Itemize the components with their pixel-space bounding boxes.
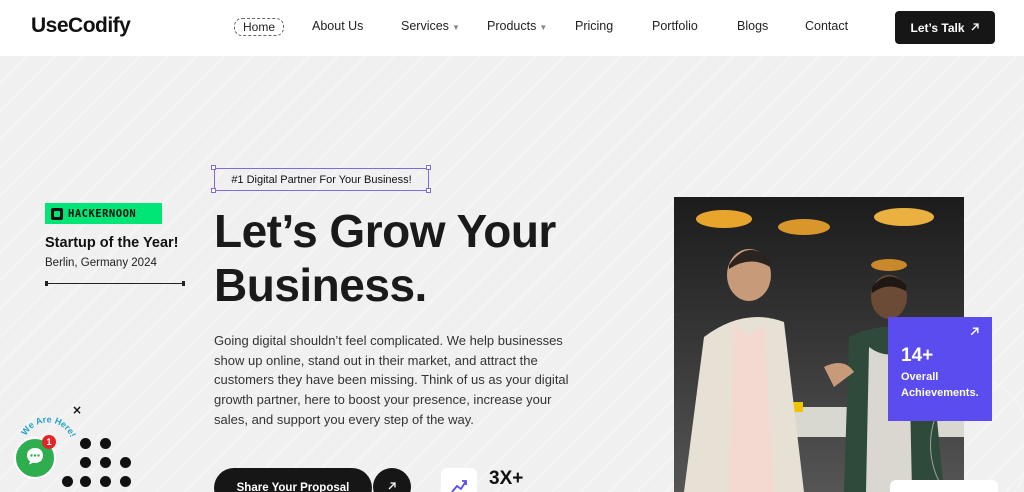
nav-item-home[interactable]: Home [234, 18, 285, 36]
award-title: Startup of the Year! [45, 235, 179, 251]
hero-headline-line1: Let’s Grow Your [214, 205, 556, 257]
hackernoon-badge-text: HACKERNOON [68, 207, 137, 220]
hackernoon-logo-icon [51, 207, 63, 220]
stat-value: 3X+ [489, 468, 524, 489]
notification-badge: 1 [42, 435, 56, 449]
close-icon[interactable]: × [72, 403, 82, 417]
achievement-card[interactable]: 14+ Overall Achievements. [888, 317, 992, 421]
decorative-dot [100, 457, 111, 468]
decorative-dot [80, 457, 91, 468]
chat-bubble-icon [24, 445, 46, 471]
nav-item-products-label: Products [487, 19, 537, 33]
hackernoon-badge: HACKERNOON [45, 203, 162, 224]
hero-headline: Let’s Grow Your Business. [214, 204, 634, 312]
nav-item-about-us[interactable]: About Us [312, 19, 363, 33]
decorative-dot [100, 438, 111, 449]
selection-handle [211, 165, 216, 170]
achievement-label: Overall Achievements. [901, 369, 979, 401]
hero-tagline-text: #1 Digital Partner For Your Business! [231, 173, 412, 186]
bottom-card [890, 480, 998, 492]
hero-tagline: #1 Digital Partner For Your Business! [214, 168, 429, 191]
hero-headline-line2: Business. [214, 259, 427, 311]
achievement-value: 14+ [901, 345, 934, 366]
nav-item-blogs[interactable]: Blogs [737, 19, 768, 33]
nav-item-contact[interactable]: Contact [805, 19, 848, 33]
arrow-up-right-icon [969, 325, 980, 340]
chevron-down-icon: ▼ [451, 23, 460, 32]
chevron-down-icon: ▼ [539, 23, 548, 32]
lets-talk-label: Let’s Talk [910, 20, 965, 35]
nav-item-products[interactable]: Products ▼ [487, 19, 547, 33]
share-proposal-label: Share Your Proposal [236, 482, 350, 492]
decorative-dot [62, 476, 73, 487]
decorative-dot [80, 476, 91, 487]
selection-handle [211, 188, 216, 193]
decorative-dot [120, 476, 131, 487]
nav-item-services-label: Services [401, 19, 449, 33]
award-divider [45, 281, 185, 286]
award-subtitle: Berlin, Germany 2024 [45, 257, 157, 269]
nav-item-services[interactable]: Services ▼ [401, 19, 460, 33]
share-proposal-button[interactable]: Share Your Proposal [214, 468, 372, 492]
decorative-dot [120, 457, 131, 468]
nav-item-portfolio[interactable]: Portfolio [652, 19, 698, 33]
achievement-label-line1: Overall [901, 371, 939, 383]
arrow-up-right-icon [387, 480, 397, 492]
decorative-dot [80, 438, 91, 449]
lets-talk-button[interactable]: Let’s Talk [895, 11, 995, 44]
selection-handle [426, 165, 431, 170]
decorative-dot-grid [60, 436, 140, 492]
decorative-dot [100, 476, 111, 487]
growth-chart-icon [441, 468, 477, 492]
top-navigation: UseCodify Home About Us Services ▼ Produc… [0, 0, 1024, 56]
hero-description: Going digital shouldn’t feel complicated… [214, 333, 569, 427]
selection-handle [426, 188, 431, 193]
logo[interactable]: UseCodify [31, 14, 131, 38]
achievement-label-line2: Achievements. [901, 387, 979, 399]
arrow-up-right-icon [970, 21, 980, 35]
nav-item-pricing[interactable]: Pricing [575, 19, 613, 33]
